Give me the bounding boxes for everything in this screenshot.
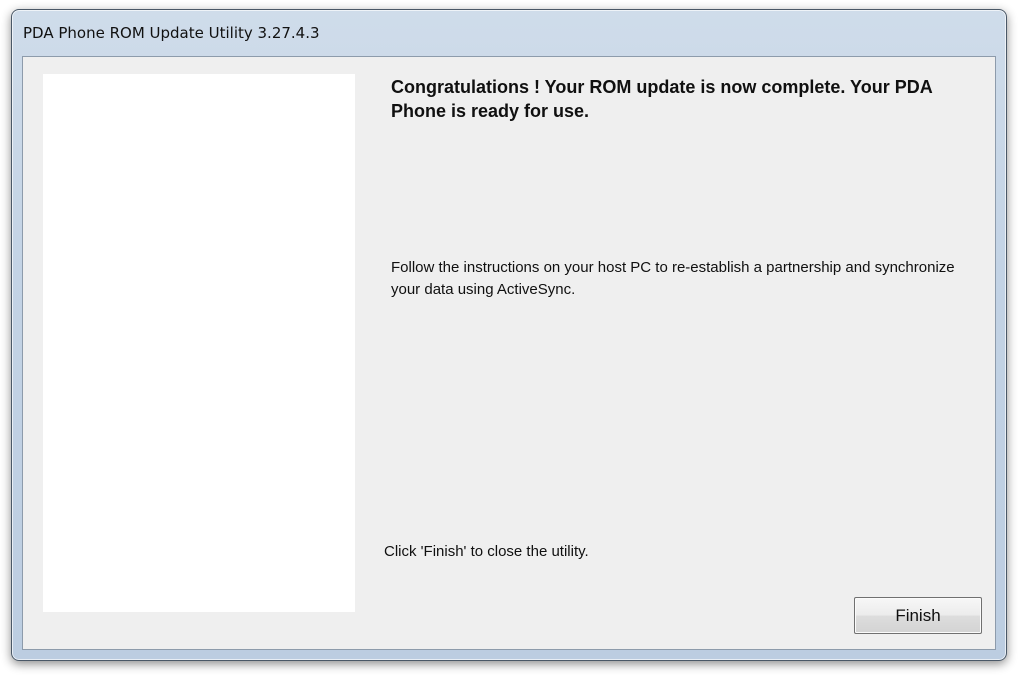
partnership-instructions: Follow the instructions on your host PC …	[391, 259, 955, 298]
dialog-content: Congratulations ! Your ROM update is now…	[22, 56, 996, 650]
window-title: PDA Phone ROM Update Utility 3.27.4.3	[23, 24, 320, 42]
screenshot-stage: PDA Phone ROM Update Utility 3.27.4.3 Co…	[0, 0, 1024, 678]
title-bar[interactable]: PDA Phone ROM Update Utility 3.27.4.3	[12, 10, 1006, 56]
finish-button[interactable]: Finish	[854, 597, 982, 634]
rom-update-dialog: PDA Phone ROM Update Utility 3.27.4.3 Co…	[11, 9, 1007, 661]
wizard-side-image	[43, 74, 355, 612]
completion-heading: Congratulations ! Your ROM update is now…	[391, 77, 933, 121]
close-hint-text: Click 'Finish' to close the utility.	[384, 543, 589, 560]
